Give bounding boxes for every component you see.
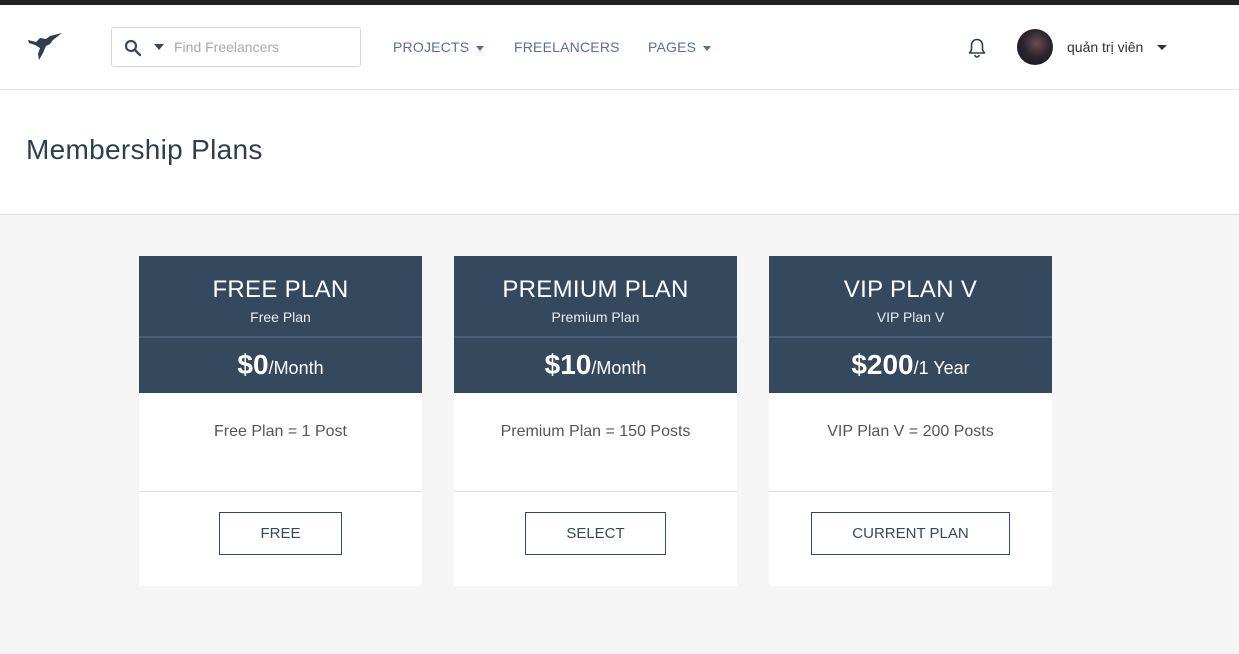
plan-header: PREMIUM PLAN Premium Plan [454,256,737,338]
nav-projects[interactable]: PROJECTS [393,39,485,55]
plan-subtitle: VIP Plan V [876,309,945,325]
plan-period: /1 Year [913,358,970,378]
plan-name: VIP PLAN V [843,276,978,303]
page-title-bar: Membership Plans [0,90,1239,215]
hummingbird-logo-icon[interactable] [26,30,66,64]
nav-projects-label: PROJECTS [393,39,470,55]
plan-period: /Month [268,358,324,378]
nav-pages[interactable]: PAGES [648,39,712,55]
plan-card-free: FREE PLAN Free Plan $0/Month Free Plan =… [139,256,422,586]
page-title: Membership Plans [26,134,263,165]
plan-action: SELECT [454,492,737,555]
nav-freelancers-label: FREELANCERS [514,39,620,55]
bell-icon[interactable] [966,37,988,59]
search-icon[interactable] [124,39,142,57]
plan-subtitle: Premium Plan [551,309,640,325]
plan-description: Premium Plan = 150 Posts [454,393,737,492]
plan-card-vip: VIP PLAN V VIP Plan V $200/1 Year VIP Pl… [769,256,1052,586]
plan-header: VIP PLAN V VIP Plan V [769,256,1052,338]
plan-price: $200/1 Year [769,338,1052,393]
plan-header: FREE PLAN Free Plan [139,256,422,338]
avatar[interactable] [1017,29,1053,65]
plan-description: VIP Plan V = 200 Posts [769,393,1052,492]
plan-amount: $200 [851,349,914,380]
search-input[interactable] [174,36,354,58]
plan-price: $0/Month [139,338,422,393]
chevron-down-icon [476,45,485,51]
free-plan-button[interactable]: FREE [219,512,342,555]
plan-name: PREMIUM PLAN [502,276,689,303]
plan-card-premium: PREMIUM PLAN Premium Plan $10/Month Prem… [454,256,737,586]
site-header: PROJECTS FREELANCERS PAGES quản trị viên [0,5,1239,90]
plan-name: FREE PLAN [212,276,349,303]
chevron-down-icon[interactable] [1157,45,1167,50]
plan-action: FREE [139,492,422,555]
plan-period: /Month [591,358,647,378]
chevron-down-icon [703,45,712,51]
plan-action: CURRENT PLAN [769,492,1052,555]
chevron-down-icon[interactable] [154,44,164,50]
plan-amount: $10 [544,349,592,380]
nav-freelancers[interactable]: FREELANCERS [514,39,620,55]
plan-description: Free Plan = 1 Post [139,393,422,492]
plan-subtitle: Free Plan [250,309,311,325]
plan-price: $10/Month [454,338,737,393]
search-box[interactable] [111,27,361,67]
user-name[interactable]: quản trị viên [1067,39,1143,55]
select-plan-button[interactable]: SELECT [525,512,666,555]
plan-amount: $0 [237,349,269,380]
nav-pages-label: PAGES [648,39,697,55]
current-plan-button[interactable]: CURRENT PLAN [811,512,1010,555]
